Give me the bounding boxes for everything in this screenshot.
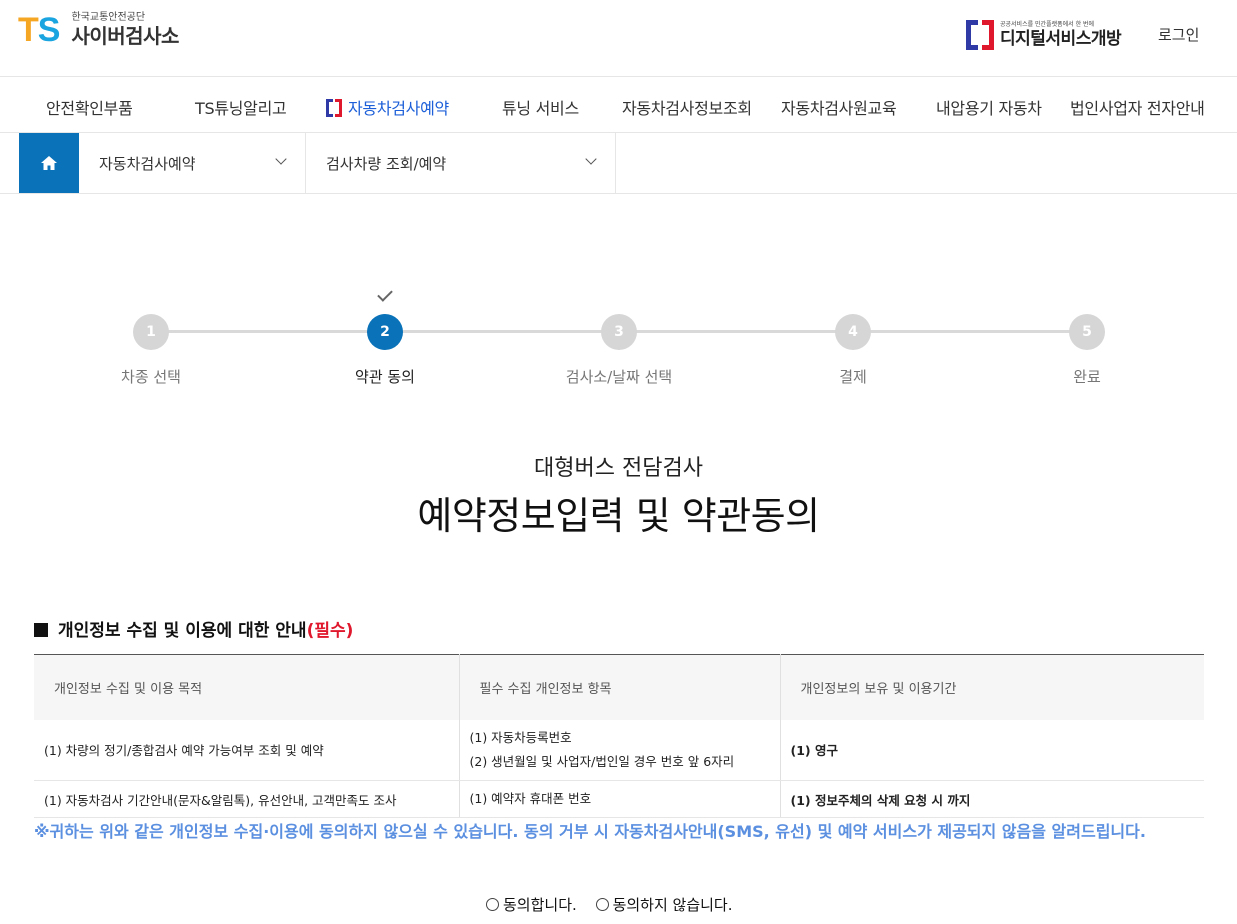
consent-notice: ※귀하는 위와 같은 개인정보 수집·이용에 동의하지 않으실 수 있습니다. … (34, 822, 1146, 841)
nav-item-safety-parts[interactable]: 안전확인부품 (46, 95, 133, 119)
chevron-down-icon (585, 153, 597, 165)
page-title: 예약정보입력 및 약관동의 (417, 494, 820, 538)
nav-item-label: 자동차검사예약 (348, 99, 449, 118)
disagree-radio[interactable] (595, 898, 609, 911)
step-number: 3 (601, 314, 637, 350)
home-icon (41, 156, 57, 170)
table-row: (1) 자동차검사 기간안내(문자&알림톡), 유선안내, 고객만족도 조사 (… (34, 780, 1204, 818)
nav-item-inspector-education[interactable]: 자동차검사원교육 (781, 95, 897, 119)
consent-options: 동의합니다. 동의하지 않습니다. (486, 894, 747, 915)
disagree-option[interactable]: 동의하지 않습니다. (595, 896, 733, 914)
digital-service-subtitle: 공공서비스를 민간플랫폼에서 한 번에 (1000, 21, 1095, 28)
step-label: 차종 선택 (121, 368, 181, 386)
main-nav: 안전확인부품 TS튜닝알리고 자동차검사예약 튜닝 서비스 자동차검사정보조회 … (0, 77, 1237, 133)
check-icon (377, 286, 393, 302)
privacy-section-heading: 개인정보 수집 및 이용에 대한 안내(필수) (34, 616, 353, 641)
step-label: 검사소/날짜 선택 (565, 368, 673, 386)
privacy-table: 개인정보 수집 및 이용 목적 필수 수집 개인정보 항목 개인정보의 보유 및… (34, 654, 1204, 818)
digital-service-icon (326, 99, 342, 117)
table-row: (1) 차량의 정기/종합검사 예약 가능여부 조회 및 예약 (1) 자동차등… (34, 719, 1204, 781)
page-subtitle: 대형버스 전담검사 (534, 456, 703, 481)
item-line: (2) 생년월일 및 사업자/법인일 경우 번호 앞 6자리 (469, 753, 735, 769)
agree-radio[interactable] (486, 898, 499, 911)
step-label: 약관 동의 (355, 368, 415, 386)
agree-label: 동의합니다. (503, 896, 577, 914)
nav-item-ts-tuning[interactable]: TS튜닝알리고 (195, 95, 287, 119)
chevron-down-icon (275, 153, 287, 165)
agree-option[interactable]: 동의합니다. (486, 896, 577, 914)
privacy-heading-text: 개인정보 수집 및 이용에 대한 안내 (58, 621, 307, 641)
breadcrumb-level2-select[interactable]: 검사차량 조회/예약 (306, 133, 616, 193)
site-logo[interactable]: TS 한국교통안전공단 사이버검사소 (18, 12, 179, 48)
login-link[interactable]: 로그인 (1158, 24, 1199, 45)
breadcrumb-level1-label: 자동차검사예약 (99, 155, 196, 173)
step-4: 4 결제 (773, 314, 933, 387)
step-2: 2 약관 동의 (305, 314, 465, 387)
site-header: TS 한국교통안전공단 사이버검사소 공공서비스를 민간플랫폼에서 한 번에 디… (0, 0, 1237, 77)
period-cell: (1) 정보주체의 삭제 요청 시 까지 (780, 780, 1204, 818)
disagree-label: 동의하지 않습니다. (612, 896, 733, 914)
column-header: 필수 수집 개인정보 항목 (459, 654, 781, 720)
logo-title: 사이버검사소 (71, 24, 179, 48)
nav-item-inspection-reservation[interactable]: 자동차검사예약 (326, 95, 449, 119)
logo-subtitle: 한국교통안전공단 (71, 12, 146, 23)
step-number: 4 (835, 314, 871, 350)
period-cell: (1) 영구 (780, 719, 1204, 781)
digital-service-title: 디지털서비스개방 (1000, 29, 1122, 49)
purpose-cell: (1) 자동차검사 기간안내(문자&알림톡), 유선안내, 고객만족도 조사 (34, 780, 460, 818)
square-bullet-icon (34, 623, 48, 637)
nav-item-inspection-info[interactable]: 자동차검사정보조회 (622, 95, 752, 119)
breadcrumb-level1-select[interactable]: 자동차검사예약 (79, 133, 306, 193)
column-header: 개인정보의 보유 및 이용기간 (780, 654, 1204, 720)
step-number: 2 (367, 314, 403, 350)
items-cell: (1) 자동차등록번호 (2) 생년월일 및 사업자/법인일 경우 번호 앞 6… (459, 719, 781, 781)
breadcrumb-level2-label: 검사차량 조회/예약 (326, 155, 447, 173)
home-button[interactable] (19, 133, 79, 193)
breadcrumb: 자동차검사예약 검사차량 조회/예약 (0, 133, 1237, 194)
step-label: 완료 (1073, 368, 1101, 386)
nav-item-corporate-notice[interactable]: 법인사업자 전자안내 (1070, 95, 1205, 119)
column-header: 개인정보 수집 및 이용 목적 (34, 654, 460, 720)
step-number: 1 (133, 314, 169, 350)
purpose-cell: (1) 차량의 정기/종합검사 예약 가능여부 조회 및 예약 (34, 719, 460, 781)
ts-logo-mark: TS (18, 11, 60, 49)
digital-service-icon (966, 20, 994, 50)
digital-service-logo[interactable]: 공공서비스를 민간플랫폼에서 한 번에 디지털서비스개방 (966, 20, 1122, 50)
items-cell: (1) 예약자 휴대폰 번호 (459, 780, 781, 818)
required-label: (필수) (306, 621, 354, 641)
item-line: (1) 예약자 휴대폰 번호 (469, 791, 592, 806)
nav-item-tuning-service[interactable]: 튜닝 서비스 (502, 95, 579, 119)
step-5: 5 완료 (1007, 314, 1167, 387)
table-header-row: 개인정보 수집 및 이용 목적 필수 수집 개인정보 항목 개인정보의 보유 및… (34, 654, 1204, 720)
nav-item-pressure-vessel[interactable]: 내압용기 자동차 (936, 95, 1042, 119)
step-label: 결제 (839, 368, 867, 386)
item-line: (1) 자동차등록번호 (469, 729, 572, 745)
step-3: 3 검사소/날짜 선택 (539, 314, 699, 387)
step-1: 1 차종 선택 (71, 314, 231, 387)
step-number: 5 (1069, 314, 1105, 350)
